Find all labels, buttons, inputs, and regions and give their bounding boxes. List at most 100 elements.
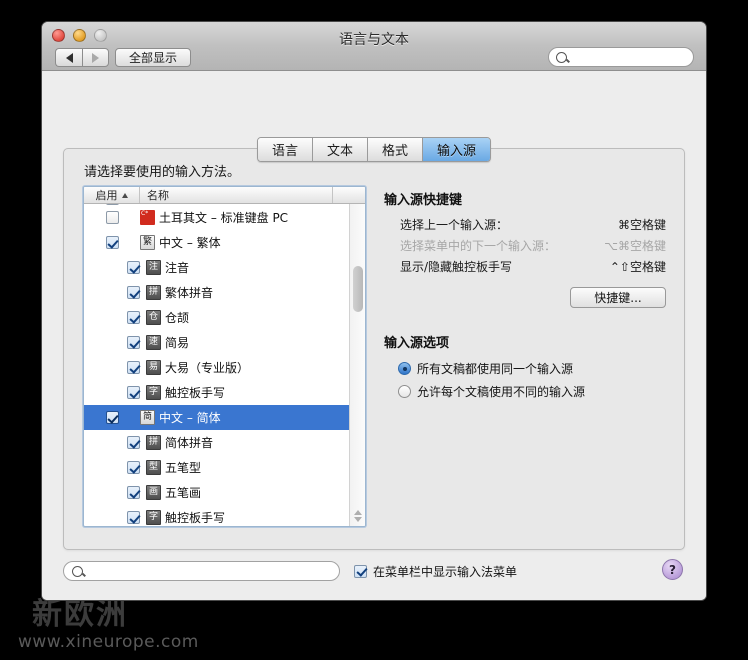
help-button[interactable]: ?: [662, 559, 683, 580]
row-checkbox-cell[interactable]: [84, 511, 146, 524]
table-row[interactable]: 型 五笔型: [84, 455, 349, 480]
row-checkbox-cell[interactable]: [84, 211, 140, 224]
window-title: 语言与文本: [339, 32, 409, 48]
row-name-cell: 拼 繁体拼音: [146, 284, 213, 301]
panel-instruction: 请选择要使用的输入方法。: [84, 165, 241, 180]
tab-language[interactable]: 语言: [257, 138, 313, 161]
row-checkbox[interactable]: [127, 486, 140, 499]
shortcuts-button-row: 快捷键...: [384, 287, 666, 308]
table-row[interactable]: 拼 繁体拼音: [84, 280, 349, 305]
search-icon: [72, 565, 83, 577]
table-row-selected[interactable]: 简 中文 – 简体: [84, 405, 349, 430]
radio-option-per-document[interactable]: 允许每个文稿使用不同的输入源: [384, 380, 666, 403]
tab-input-sources[interactable]: 输入源: [423, 138, 491, 161]
radio-button[interactable]: [398, 385, 411, 398]
shortcut-label: 选择菜单中的下一个输入源：: [400, 239, 557, 253]
tab-text[interactable]: 文本: [312, 138, 368, 161]
scroll-down-icon[interactable]: [353, 517, 362, 522]
row-checkbox-cell[interactable]: [84, 261, 146, 274]
row-label: 繁体拼音: [165, 286, 214, 300]
shortcuts-title: 输入源快捷键: [384, 193, 463, 208]
column-header-name[interactable]: 名称: [140, 187, 333, 203]
column-header-enable[interactable]: 启用: [84, 187, 140, 203]
table-row[interactable]: 仓 仓颉: [84, 305, 349, 330]
input-source-icon: 简: [140, 410, 155, 425]
shortcut-key: ⌘空格键: [617, 218, 666, 232]
row-checkbox-cell[interactable]: [84, 411, 140, 424]
row-checkbox-cell[interactable]: [84, 361, 146, 374]
list-scrollbar[interactable]: [349, 204, 365, 526]
table-row[interactable]: 繁 中文 – 繁体: [84, 230, 349, 255]
table-row[interactable]: 字 触控板手写: [84, 505, 349, 526]
checkbox-label: 在菜单栏中显示输入法菜单: [373, 564, 518, 579]
row-checkbox-cell[interactable]: [84, 311, 146, 324]
scrollbar-thumb[interactable]: [353, 266, 363, 312]
table-row[interactable]: C* 土耳其文 – 标准键盘 PC: [84, 205, 349, 230]
row-checkbox-cell[interactable]: [84, 386, 146, 399]
table-row[interactable]: 字 触控板手写: [84, 380, 349, 405]
forward-button[interactable]: [82, 48, 109, 67]
row-checkbox[interactable]: [127, 436, 140, 449]
options-title: 输入源选项: [384, 336, 450, 351]
input-source-icon: 字: [146, 510, 161, 525]
table-row[interactable]: 画 五笔画: [84, 480, 349, 505]
show-input-menu-checkbox[interactable]: 在菜单栏中显示输入法菜单: [354, 563, 517, 580]
row-checkbox[interactable]: [127, 361, 140, 374]
content-panel: 请选择要使用的输入方法。 启用 名称 C* 土耳其文 – 标准键盘 PC 繁 中…: [63, 148, 685, 550]
keyboard-shortcuts-button[interactable]: 快捷键...: [570, 287, 666, 308]
row-checkbox-cell[interactable]: [84, 286, 146, 299]
table-row[interactable]: 注 注音: [84, 255, 349, 280]
input-source-icon: 拼: [146, 435, 161, 450]
row-checkbox[interactable]: [127, 461, 140, 474]
toolbar-search-field[interactable]: [548, 47, 694, 67]
table-row[interactable]: 拼 简体拼音: [84, 430, 349, 455]
row-checkbox-cell[interactable]: [84, 436, 146, 449]
row-checkbox[interactable]: [105, 236, 119, 249]
row-checkbox-cell[interactable]: [84, 204, 140, 205]
row-label: 触控板手写: [165, 386, 226, 400]
radio-option-same-source[interactable]: 所有文稿都使用同一个输入源: [384, 357, 666, 380]
row-name-cell: 速 简易: [146, 334, 189, 351]
row-checkbox[interactable]: [127, 261, 140, 274]
row-checkbox[interactable]: [105, 211, 119, 224]
triangle-right-icon: [92, 52, 99, 63]
row-name-cell: 简 中文 – 简体: [140, 409, 221, 426]
row-checkbox[interactable]: [127, 311, 140, 324]
row-name-cell: 画 五笔画: [146, 484, 201, 501]
bottom-search-field[interactable]: [63, 561, 340, 581]
row-name-cell: 土耳其文 – 标准键盘: [140, 204, 269, 205]
radio-button[interactable]: [398, 362, 411, 375]
row-checkbox[interactable]: [105, 204, 119, 205]
row-name-cell: 字 触控板手写: [146, 509, 225, 526]
scroll-up-icon[interactable]: [353, 510, 362, 515]
row-checkbox-cell[interactable]: [84, 461, 146, 474]
column-header-name-label: 名称: [147, 189, 169, 202]
search-icon: [556, 51, 567, 63]
row-checkbox[interactable]: [105, 411, 119, 424]
row-checkbox[interactable]: [127, 511, 140, 524]
row-label: 中文 – 简体: [159, 411, 221, 425]
back-button[interactable]: [55, 48, 82, 67]
row-name-cell: 拼 简体拼音: [146, 434, 213, 451]
input-sources-list[interactable]: 启用 名称 C* 土耳其文 – 标准键盘 PC 繁 中文 – 繁体 注 注音 拼…: [83, 186, 366, 527]
tab-group: 语言 文本 格式 输入源: [256, 137, 492, 162]
list-rows: 土耳其文 – 标准键盘 C* 土耳其文 – 标准键盘 PC: [84, 204, 349, 526]
row-checkbox[interactable]: [127, 336, 140, 349]
watermark-url: www.xineurope.com: [18, 632, 199, 652]
row-checkbox-cell[interactable]: [84, 336, 146, 349]
row-checkbox[interactable]: [127, 386, 140, 399]
shortcut-row-previous-source: 选择上一个输入源： ⌘空格键: [384, 214, 666, 235]
show-all-button[interactable]: 全部显示: [115, 48, 192, 67]
input-source-icon: 型: [146, 460, 161, 475]
input-source-icon: 速: [146, 335, 161, 350]
row-name-cell: C* 土耳其文 – 标准键盘 PC: [140, 209, 288, 226]
row-checkbox-cell[interactable]: [84, 236, 140, 249]
row-checkbox[interactable]: [127, 286, 140, 299]
row-checkbox-cell[interactable]: [84, 486, 146, 499]
table-row[interactable]: 易 大易（专业版）: [84, 355, 349, 380]
scrollbar-arrows[interactable]: [350, 508, 365, 524]
row-label: 土耳其文 – 标准键盘: [159, 204, 269, 205]
tab-formats[interactable]: 格式: [368, 138, 424, 161]
checkbox[interactable]: [354, 564, 367, 578]
table-row[interactable]: 速 简易: [84, 330, 349, 355]
